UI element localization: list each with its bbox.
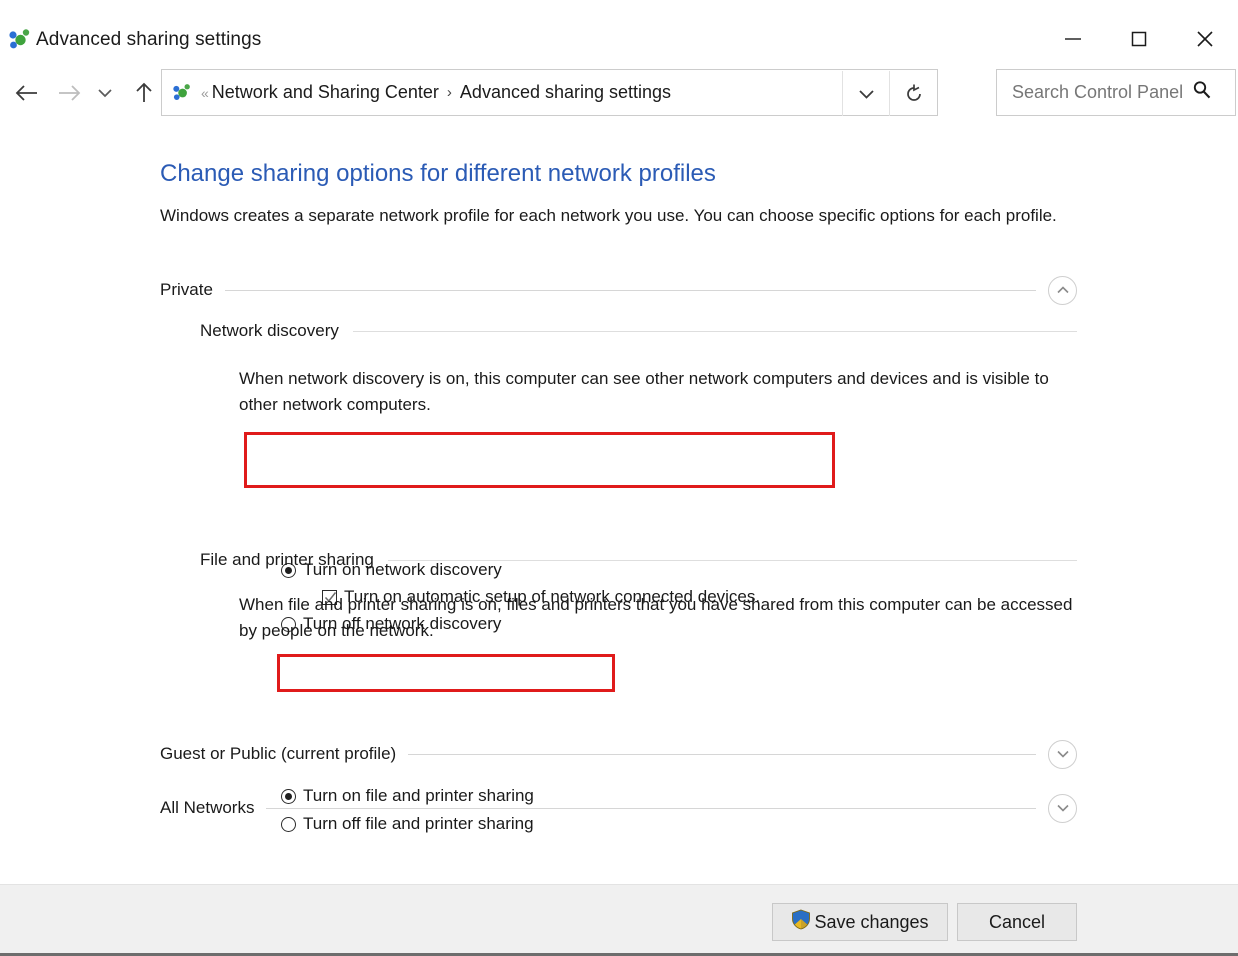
breadcrumb-item-advanced-sharing-settings[interactable]: Advanced sharing settings (457, 82, 674, 103)
profile-label-all-networks: All Networks (160, 798, 255, 817)
section-description-network-discovery: When network discovery is on, this compu… (239, 369, 1049, 414)
address-bar[interactable]: « Network and Sharing Center › Advanced … (161, 69, 938, 116)
window-controls (1040, 14, 1238, 64)
breadcrumb-item-network-and-sharing-center[interactable]: Network and Sharing Center (209, 82, 442, 103)
search-icon[interactable] (1191, 79, 1213, 106)
chevron-down-icon (1056, 750, 1069, 758)
profile-header-guest-or-public[interactable]: Guest or Public (current profile) (160, 739, 1077, 769)
minimize-button[interactable] (1040, 14, 1106, 64)
chevron-down-icon (1056, 804, 1069, 812)
breadcrumb-overflow[interactable]: « (201, 85, 209, 101)
footer-bar: Save changes Cancel (0, 884, 1238, 955)
address-dropdown-button[interactable] (842, 71, 889, 116)
up-button[interactable] (124, 64, 164, 122)
section-label-network-discovery: Network discovery (200, 321, 339, 340)
section-description-file-and-printer-sharing: When file and printer sharing is on, fil… (239, 595, 1073, 640)
search-input[interactable] (1010, 81, 1189, 104)
cancel-label: Cancel (988, 911, 1046, 932)
divider-line (352, 330, 1077, 332)
refresh-button[interactable] (889, 71, 937, 116)
profile-label-guest-or-public: Guest or Public (current profile) (160, 744, 397, 763)
profile-label-private: Private (160, 280, 213, 299)
divider-line (387, 559, 1077, 561)
title-bar: Advanced sharing settings (0, 0, 1238, 64)
divider-line (408, 753, 1036, 755)
navigation-bar: « Network and Sharing Center › Advanced … (0, 64, 1238, 122)
expand-toggle-guest-or-public[interactable] (1048, 739, 1077, 769)
main-content: Change sharing options for different net… (0, 122, 1238, 884)
save-changes-label: Save changes (814, 911, 929, 932)
cancel-button[interactable]: Cancel (957, 903, 1077, 941)
forward-button[interactable] (50, 64, 90, 122)
expand-toggle-all-networks[interactable] (1048, 793, 1077, 823)
recent-locations-button[interactable] (90, 64, 120, 122)
maximize-button[interactable] (1106, 14, 1172, 64)
profile-header-private[interactable]: Private (160, 275, 1077, 305)
window-title: Advanced sharing settings (36, 29, 262, 50)
page-description: Windows creates a separate network profi… (160, 206, 1057, 225)
collapse-toggle-private[interactable] (1048, 275, 1077, 305)
back-button[interactable] (6, 64, 46, 122)
save-changes-button[interactable]: Save changes (772, 903, 948, 941)
breadcrumb-separator[interactable]: › (447, 84, 452, 101)
chevron-up-icon (1056, 286, 1069, 294)
divider-line (266, 807, 1036, 809)
refresh-icon (906, 84, 921, 101)
section-label-file-and-printer-sharing: File and printer sharing (200, 550, 374, 569)
profile-header-all-networks[interactable]: All Networks (160, 793, 1077, 823)
section-header-file-and-printer-sharing: File and printer sharing (200, 549, 1077, 571)
page-title: Change sharing options for different net… (160, 160, 716, 187)
close-button[interactable] (1172, 14, 1238, 64)
network-sharing-icon (8, 28, 34, 52)
network-sharing-icon (172, 83, 194, 103)
divider-line (224, 289, 1036, 291)
section-header-network-discovery: Network discovery (200, 320, 1077, 342)
uac-shield-icon (791, 909, 811, 935)
search-box[interactable] (996, 69, 1236, 116)
chevron-down-icon (858, 89, 874, 99)
